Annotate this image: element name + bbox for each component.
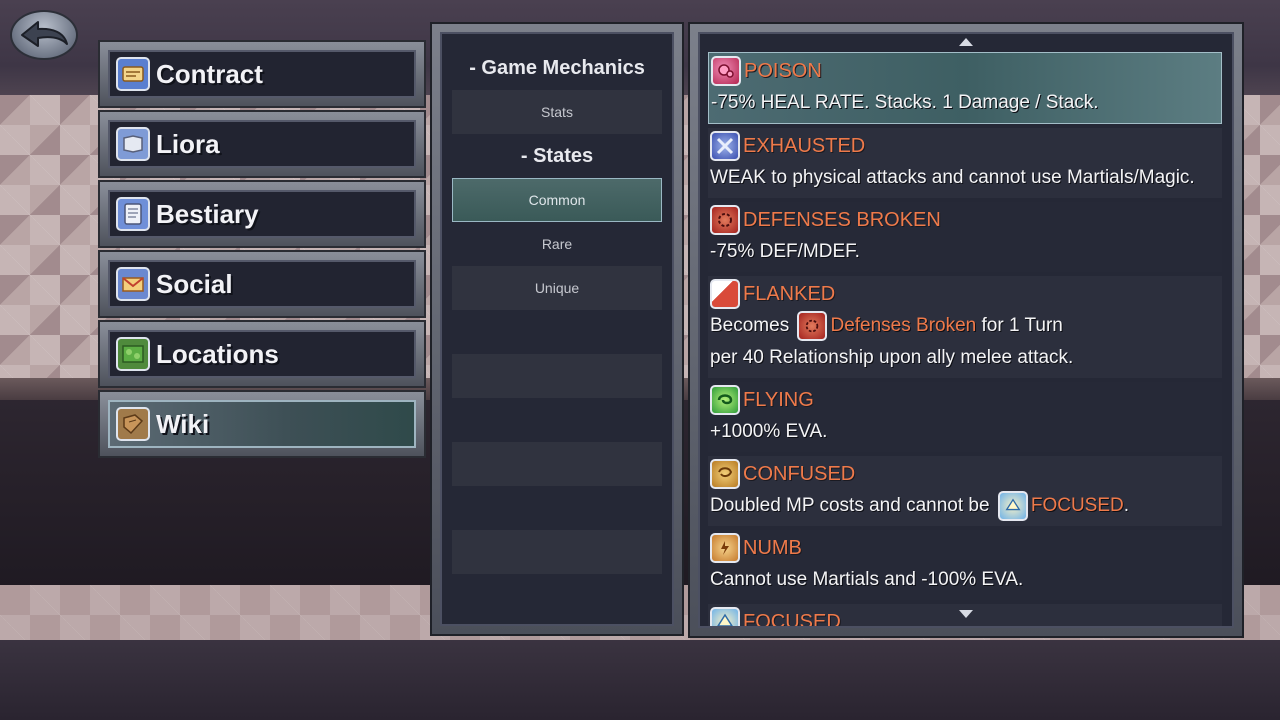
state-entry-numb[interactable]: NUMB Cannot use Martials and -100% EVA.: [708, 530, 1222, 600]
wiki-book-icon: [116, 407, 150, 441]
state-entry-flying[interactable]: FLYING +1000% EVA.: [708, 382, 1222, 452]
defenses-broken-inline-icon: [797, 310, 828, 341]
empty-row: [452, 310, 662, 354]
state-description: WEAK to physical attacks and cannot use …: [710, 167, 1195, 188]
numb-icon: [710, 533, 740, 563]
state-description: +1000% EVA.: [710, 421, 828, 442]
menu-item-social[interactable]: Social: [98, 250, 426, 318]
state-entry-exhausted[interactable]: EXHAUSTED WEAK to physical attacks and c…: [708, 128, 1222, 198]
category-unique[interactable]: Unique: [452, 266, 662, 310]
state-name: POISON: [744, 59, 822, 82]
category-states[interactable]: - States: [452, 134, 662, 178]
category-rare[interactable]: Rare: [452, 222, 662, 266]
back-arrow-icon: [21, 21, 68, 47]
back-button[interactable]: [10, 10, 78, 60]
empty-row: [452, 354, 662, 398]
menu-label-wiki: Wiki: [156, 408, 210, 439]
category-game-mechanics[interactable]: - Game Mechanics: [452, 46, 662, 90]
flanked-icon: [710, 279, 740, 309]
menu-item-contract[interactable]: Contract: [98, 40, 426, 108]
empty-row: [452, 442, 662, 486]
state-entry-poison[interactable]: POISON -75% HEAL RATE. Stacks. 1 Damage …: [708, 52, 1222, 124]
state-description-text: for 1 Turn: [981, 315, 1063, 336]
state-description: Cannot use Martials and -100% EVA.: [710, 569, 1024, 590]
state-description: Doubled MP costs and cannot be FOCUSED.: [710, 490, 1220, 522]
empty-row: [452, 398, 662, 442]
state-description: -75% HEAL RATE. Stacks. 1 Damage / Stack…: [711, 92, 1099, 113]
defenses-broken-icon: [710, 205, 740, 235]
state-name: DEFENSES BROKEN: [743, 208, 941, 231]
state-description: Becomes Defenses Broken for 1 Turn: [710, 310, 1220, 342]
state-description-text: .: [1123, 495, 1130, 516]
scroll-up-arrow-icon[interactable]: [959, 38, 973, 46]
state-name: EXHAUSTED: [743, 134, 866, 157]
state-name: FLANKED: [743, 282, 836, 305]
empty-row: [452, 486, 662, 530]
poison-icon: [711, 56, 741, 86]
focused-inline-icon: [997, 490, 1028, 521]
scroll-down-arrow-icon[interactable]: [959, 610, 973, 618]
confused-icon: [710, 459, 740, 489]
state-link-focused[interactable]: FOCUSED: [1031, 495, 1124, 516]
map-icon: [116, 337, 150, 371]
state-description: -75% DEF/MDEF.: [710, 241, 860, 262]
exhausted-icon: [710, 131, 740, 161]
book-icon: [116, 127, 150, 161]
states-panel: POISON -75% HEAL RATE. Stacks. 1 Damage …: [688, 22, 1244, 638]
state-link-defenses-broken[interactable]: Defenses Broken: [830, 315, 976, 336]
menu-item-wiki[interactable]: Wiki: [98, 390, 426, 458]
state-name: FOCUSED: [743, 610, 841, 628]
category-panel: - Game Mechanics Stats - States Common R…: [430, 22, 684, 636]
focused-icon: [710, 607, 740, 626]
menu-item-liora[interactable]: Liora: [98, 110, 426, 178]
menu-item-bestiary[interactable]: Bestiary: [98, 180, 426, 248]
empty-row: [452, 530, 662, 574]
state-description-line2: per 40 Relationship upon ally melee atta…: [710, 347, 1074, 368]
state-entry-defenses-broken[interactable]: DEFENSES BROKEN -75% DEF/MDEF.: [708, 202, 1222, 272]
menu-item-locations[interactable]: Locations: [98, 320, 426, 388]
category-stats[interactable]: Stats: [452, 90, 662, 134]
flying-icon: [710, 385, 740, 415]
contract-icon: [116, 57, 150, 91]
state-description-text: Becomes: [710, 315, 790, 336]
state-entry-confused[interactable]: CONFUSED Doubled MP costs and cannot be …: [708, 456, 1222, 526]
state-description-text: Doubled MP costs and cannot be: [710, 495, 990, 516]
state-entry-flanked[interactable]: FLANKED Becomes Defenses Broken for 1 Tu…: [708, 276, 1222, 378]
menu-label-bestiary: Bestiary: [156, 198, 259, 229]
category-common[interactable]: Common: [452, 178, 662, 222]
state-name: NUMB: [743, 536, 802, 559]
scroll-icon: [116, 197, 150, 231]
menu-label-social: Social: [156, 268, 233, 299]
letter-icon: [116, 267, 150, 301]
menu-label-contract: Contract: [156, 58, 263, 89]
state-name: CONFUSED: [743, 462, 856, 485]
menu-label-locations: Locations: [156, 338, 279, 369]
state-name: FLYING: [743, 388, 814, 411]
menu-label-liora: Liora: [156, 128, 220, 159]
